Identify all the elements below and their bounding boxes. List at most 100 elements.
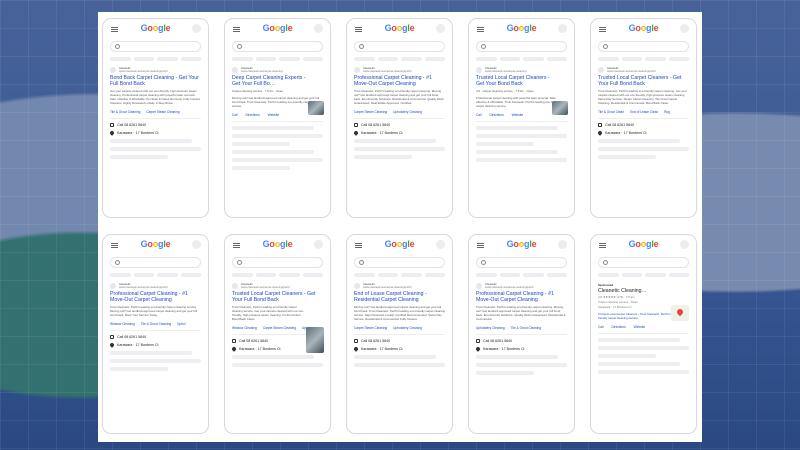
sitelink[interactable]: Rug <box>664 110 670 114</box>
result-title[interactable]: Professional Carpet Cleaning - #1 Move-O… <box>110 291 201 303</box>
location-pin-icon <box>475 345 481 352</box>
location-pin-icon <box>109 129 115 136</box>
search-input[interactable] <box>110 41 201 52</box>
sitelink[interactable]: Tile & Grout Clean <box>598 110 624 114</box>
result-title[interactable]: Professional Carpet Cleaning - #1 Move-O… <box>476 291 567 303</box>
sitelink[interactable]: End of Lease Clean <box>630 110 658 114</box>
rating-text: 4.8 ★★★★★ (176) · 7.5 km <box>598 295 635 299</box>
avatar[interactable] <box>314 240 323 249</box>
result-title[interactable]: Professional Carpet Cleaning - #1 Move-O… <box>354 75 445 87</box>
sitelink[interactable]: Tile & Grout Cleaning <box>110 110 140 114</box>
result-thumbnail[interactable] <box>306 327 324 353</box>
phone-mockup-7: Google Cleanetic www.cleanetic.au/carpet-… <box>224 234 331 434</box>
phone-mockup-4: Google Cleanetic www.cleanetic.au/carpet-… <box>468 18 575 218</box>
result-title[interactable]: Deep Carpet Cleaning Experts - Get Your … <box>232 75 306 87</box>
call-button[interactable]: Call <box>232 113 238 117</box>
address-text: Karawara · 17 Bordens Ct <box>239 346 281 351</box>
directions-button[interactable]: Directions <box>246 113 260 117</box>
call-link[interactable]: Call 08 6261 5840 <box>361 339 390 343</box>
sitelink[interactable]: Uphol <box>177 322 185 326</box>
search-input[interactable] <box>354 257 445 268</box>
result-thumbnail[interactable] <box>308 101 324 115</box>
address-text: Karawara · 17 Bordens Ct <box>117 342 159 347</box>
search-input[interactable] <box>110 257 201 268</box>
result-title[interactable]: Trusted Local Carpet Cleaners - Get Your… <box>232 291 323 303</box>
avatar[interactable] <box>192 240 201 249</box>
favicon-icon <box>232 283 238 290</box>
search-input[interactable] <box>354 41 445 52</box>
call-button[interactable]: Call <box>598 325 604 329</box>
avatar[interactable] <box>314 24 323 33</box>
map-pin-icon <box>675 307 685 317</box>
filter-chips <box>110 57 201 61</box>
search-input[interactable] <box>476 41 567 52</box>
address-text: Karawara · 17 Bordens Ct <box>361 130 403 135</box>
avatar[interactable] <box>680 240 689 249</box>
search-icon <box>359 44 364 49</box>
avatar[interactable] <box>192 24 201 33</box>
sitelink[interactable]: Window Cleaning <box>232 326 257 330</box>
call-link[interactable]: Call 08 6261 5840 <box>239 339 268 343</box>
business-category: Carpet cleaning service · Open <box>598 300 638 304</box>
map-thumbnail[interactable] <box>671 305 689 321</box>
call-button[interactable]: Call <box>476 113 482 117</box>
call-link[interactable]: Call 08 6261 5840 <box>117 335 146 339</box>
sitelink[interactable]: Window Cleaning <box>110 322 135 326</box>
phone-mockup-5: Google Cleanetic www.cleanetic.au/carpet-… <box>590 18 697 218</box>
website-button[interactable]: Website <box>634 325 645 329</box>
search-icon <box>603 44 608 49</box>
result-title[interactable]: End of Lease Carpet Cleaning - Residenti… <box>354 291 445 303</box>
address-text: Karawara · 17 Bordens Ct <box>117 130 159 135</box>
sitelink[interactable]: Upholstery Cleaning <box>476 326 505 330</box>
result-description: Trust Cleanetic, Perth's leading eco-fri… <box>598 89 687 105</box>
avatar[interactable] <box>436 240 445 249</box>
favicon-icon <box>110 283 116 290</box>
sitelink[interactable]: Tile & Grout Cleaning <box>141 322 171 326</box>
phone-icon <box>232 338 236 343</box>
search-icon <box>237 44 242 49</box>
result-title[interactable]: Bond Back Carpet Cleaning - Get Your Ful… <box>110 75 201 87</box>
search-input[interactable] <box>598 41 689 52</box>
search-input[interactable] <box>232 41 323 52</box>
avatar[interactable] <box>558 24 567 33</box>
search-input[interactable] <box>476 257 567 268</box>
sitelink[interactable]: Carpet Steam Cleaning <box>263 326 296 330</box>
result-title[interactable]: Trusted Local Carpet Cleaners - Get Your… <box>598 75 689 87</box>
phone-icon <box>110 334 114 339</box>
directions-button[interactable]: Directions <box>612 325 626 329</box>
result-meta: 4.9 · Carpet cleaning service · 7.5 km ·… <box>476 89 534 94</box>
sitelink[interactable]: Upholstery Cleaning <box>393 326 422 330</box>
avatar[interactable] <box>558 240 567 249</box>
search-input[interactable] <box>598 257 689 268</box>
result-description: Trust Cleanetic, Perth's leading eco-fri… <box>232 305 304 321</box>
call-link[interactable]: Call 08 6261 5840 <box>117 123 146 127</box>
phone-icon <box>110 122 114 127</box>
result-thumbnail[interactable] <box>552 101 568 115</box>
result-meta: Carpet cleaning service · 7.5 km · Open <box>232 89 284 94</box>
source-url: www.cleanetic.au/carpet-cleaning/perth <box>119 285 168 290</box>
phone-icon <box>354 338 358 343</box>
phone-mockup-3: Google Cleanetic www.cleanetic.au/carpet-… <box>346 18 453 218</box>
search-input[interactable] <box>232 257 323 268</box>
search-icon <box>115 260 120 265</box>
sitelink[interactable]: Carpet Steam Cleaning <box>146 110 179 114</box>
favicon-icon <box>232 67 238 74</box>
call-link[interactable]: Call 08 6261 5840 <box>605 123 634 127</box>
call-link[interactable]: Call 08 6261 5840 <box>483 339 512 343</box>
avatar[interactable] <box>680 24 689 33</box>
sitelink[interactable]: Tile & Grout Cleaning <box>511 326 541 330</box>
sitelink[interactable]: Carpet Steam Cleaning <box>354 326 387 330</box>
business-name[interactable]: Cleanetic Cleaning… <box>598 288 668 294</box>
call-link[interactable]: Call 08 6261 5840 <box>361 123 390 127</box>
directions-button[interactable]: Directions <box>490 113 504 117</box>
avatar[interactable] <box>436 24 445 33</box>
sitelink[interactable]: Carpet Steam Cleaning <box>354 110 387 114</box>
result-title[interactable]: Trusted Local Carpet Cleaners - Get Your… <box>476 75 550 87</box>
sitelink[interactable]: Upholstery Cleaning <box>393 110 422 114</box>
favicon-icon <box>354 67 360 74</box>
location-pin-icon <box>353 345 359 352</box>
website-button[interactable]: Website <box>512 113 523 117</box>
sponsored-label: Sponsored <box>598 283 614 287</box>
address-text: Karawara · 17 Bordens Ct <box>361 346 403 351</box>
website-button[interactable]: Website <box>268 113 279 117</box>
